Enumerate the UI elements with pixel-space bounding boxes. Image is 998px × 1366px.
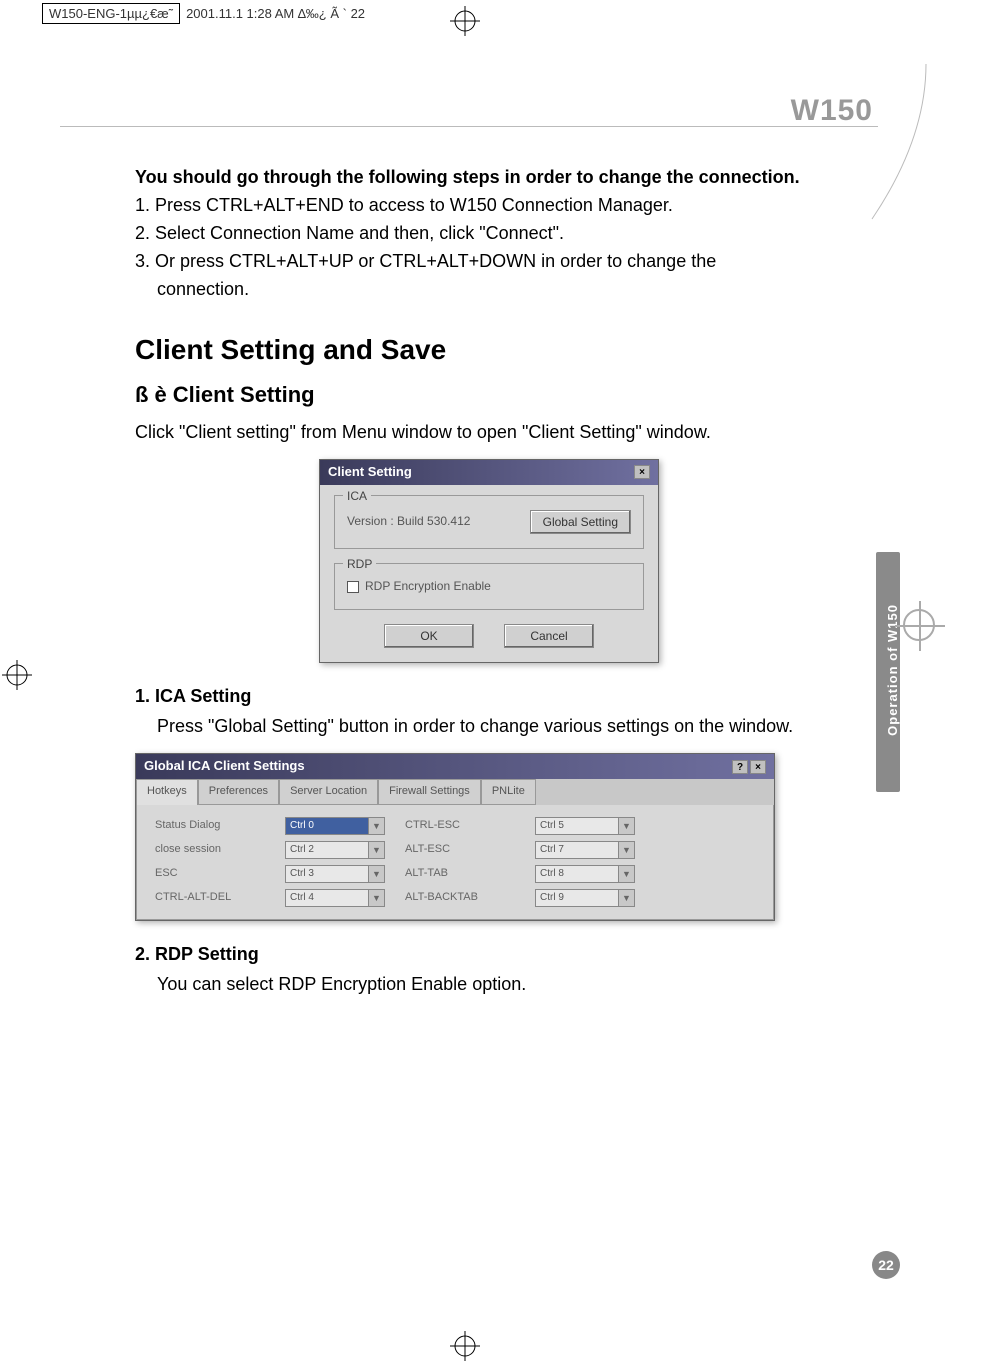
- help-icon[interactable]: ?: [732, 760, 748, 774]
- hotkey-grid: Status Dialog Ctrl 0▼ CTRL-ESC Ctrl 5▼ close…: [155, 817, 755, 907]
- hotkey-label: ALT-BACKTAB: [405, 890, 515, 906]
- print-header-text1: W150-ENG-1µµ¿€æ˜: [42, 3, 180, 24]
- chevron-down-icon: ▼: [618, 890, 634, 906]
- tabs: Hotkeys Preferences Server Location Fire…: [136, 779, 774, 805]
- close-icon[interactable]: ×: [750, 760, 766, 774]
- page-content: W150 You should go through the following…: [60, 54, 938, 1317]
- chevron-down-icon: ▼: [618, 818, 634, 834]
- ica-label: ICA: [343, 488, 371, 505]
- chevron-down-icon: ▼: [618, 866, 634, 882]
- cancel-button[interactable]: Cancel: [504, 624, 594, 648]
- page-number: 22: [872, 1251, 900, 1279]
- step-3: 3. Or press CTRL+ALT+UP or CTRL+ALT+DOWN…: [135, 248, 843, 274]
- registration-mark-bottom: [450, 1331, 480, 1361]
- ica-fieldset: ICA Version : Build 530.412 Global Setti…: [334, 495, 644, 549]
- hotkey-label: close session: [155, 842, 265, 858]
- registration-mark-top: [450, 6, 480, 36]
- tab-server-location[interactable]: Server Location: [279, 779, 378, 805]
- hotkey-dropdown[interactable]: Ctrl 8▼: [535, 865, 635, 883]
- hotkey-dropdown[interactable]: Ctrl 2▼: [285, 841, 385, 859]
- dialog2-titlebar: Global ICA Client Settings ? ×: [136, 754, 774, 779]
- dialog2-title-text: Global ICA Client Settings: [144, 757, 305, 776]
- tab-hotkeys[interactable]: Hotkeys: [136, 779, 198, 805]
- chevron-down-icon: ▼: [618, 842, 634, 858]
- tab-preferences[interactable]: Preferences: [198, 779, 279, 805]
- ica-setting-heading: 1. ICA Setting: [135, 683, 843, 709]
- hotkey-label: ALT-ESC: [405, 842, 515, 858]
- target-icon: [903, 609, 935, 641]
- rdp-encryption-checkbox[interactable]: [347, 581, 359, 593]
- dialog-body: ICA Version : Build 530.412 Global Setti…: [320, 485, 658, 662]
- ok-button[interactable]: OK: [384, 624, 474, 648]
- hotkey-dropdown[interactable]: Ctrl 9▼: [535, 889, 635, 907]
- registration-mark-left: [2, 660, 38, 696]
- close-icon[interactable]: ×: [634, 465, 650, 479]
- chevron-down-icon: ▼: [368, 818, 384, 834]
- hotkey-label: Status Dialog: [155, 818, 265, 834]
- dialog-titlebar: Client Setting ×: [320, 460, 658, 485]
- hotkey-dropdown[interactable]: Ctrl 4▼: [285, 889, 385, 907]
- rdp-encryption-label: RDP Encryption Enable: [365, 578, 491, 595]
- dialog2-body: Hotkeys Preferences Server Location Fire…: [136, 779, 774, 920]
- rdp-label: RDP: [343, 556, 376, 573]
- step-2: 2. Select Connection Name and then, clic…: [135, 220, 843, 246]
- tab-firewall-settings[interactable]: Firewall Settings: [378, 779, 481, 805]
- chevron-down-icon: ▼: [368, 842, 384, 858]
- sidebar-text: Operation of W150: [885, 604, 900, 736]
- step-3b: connection.: [135, 276, 843, 302]
- dialog-title-text: Client Setting: [328, 463, 412, 482]
- bullet-icon: ß è: [135, 379, 167, 411]
- hotkey-label: ESC: [155, 866, 265, 882]
- version-text: Version : Build 530.412: [347, 513, 470, 530]
- rdp-setting-heading: 2. RDP Setting: [135, 941, 843, 967]
- hotkey-dropdown[interactable]: Ctrl 5▼: [535, 817, 635, 835]
- section-h2: Client Setting and Save: [135, 330, 843, 371]
- corner-curve: [868, 64, 928, 224]
- rdp-setting-desc: You can select RDP Encryption Enable opt…: [135, 971, 843, 997]
- ica-setting-desc: Press "Global Setting" button in order t…: [135, 713, 843, 739]
- client-setting-dialog: Client Setting × ICA Version : Build 530…: [319, 459, 659, 663]
- section-h3: ß èClient Setting: [135, 379, 843, 411]
- button-row: OK Cancel: [334, 624, 644, 648]
- main-content: You should go through the following step…: [135, 164, 843, 1011]
- hotkey-label: CTRL-ALT-DEL: [155, 890, 265, 906]
- global-setting-button[interactable]: Global Setting: [530, 510, 631, 534]
- hotkey-dropdown[interactable]: Ctrl 0▼: [285, 817, 385, 835]
- h3-text: Client Setting: [173, 382, 315, 407]
- model-name: W150: [791, 94, 873, 128]
- print-header: W150-ENG-1µµ¿€æ˜ 2001.11.1 1:28 AM ∆‰¿ Ã…: [42, 3, 365, 24]
- tab-pnlite[interactable]: PNLite: [481, 779, 536, 805]
- tab-content: Status Dialog Ctrl 0▼ CTRL-ESC Ctrl 5▼ close…: [136, 805, 774, 920]
- rdp-fieldset: RDP RDP Encryption Enable: [334, 563, 644, 610]
- rdp-encryption-checkbox-row: RDP Encryption Enable: [347, 578, 631, 595]
- step-1: 1. Press CTRL+ALT+END to access to W150 …: [135, 192, 843, 218]
- global-ica-dialog: Global ICA Client Settings ? × Hotkeys P…: [135, 753, 775, 921]
- section-desc: Click "Client setting" from Menu window …: [135, 419, 843, 445]
- hotkey-label: CTRL-ESC: [405, 818, 515, 834]
- hotkey-dropdown[interactable]: Ctrl 7▼: [535, 841, 635, 859]
- chevron-down-icon: ▼: [368, 890, 384, 906]
- chevron-down-icon: ▼: [368, 866, 384, 882]
- intro-heading: You should go through the following step…: [135, 164, 843, 190]
- title-buttons: ? ×: [732, 760, 766, 774]
- hotkey-label: ALT-TAB: [405, 866, 515, 882]
- header-line: [60, 126, 878, 127]
- print-header-text2: 2001.11.1 1:28 AM ∆‰¿ Ã ` 22: [186, 6, 365, 21]
- version-row: Version : Build 530.412 Global Setting: [347, 510, 631, 534]
- hotkey-dropdown[interactable]: Ctrl 3▼: [285, 865, 385, 883]
